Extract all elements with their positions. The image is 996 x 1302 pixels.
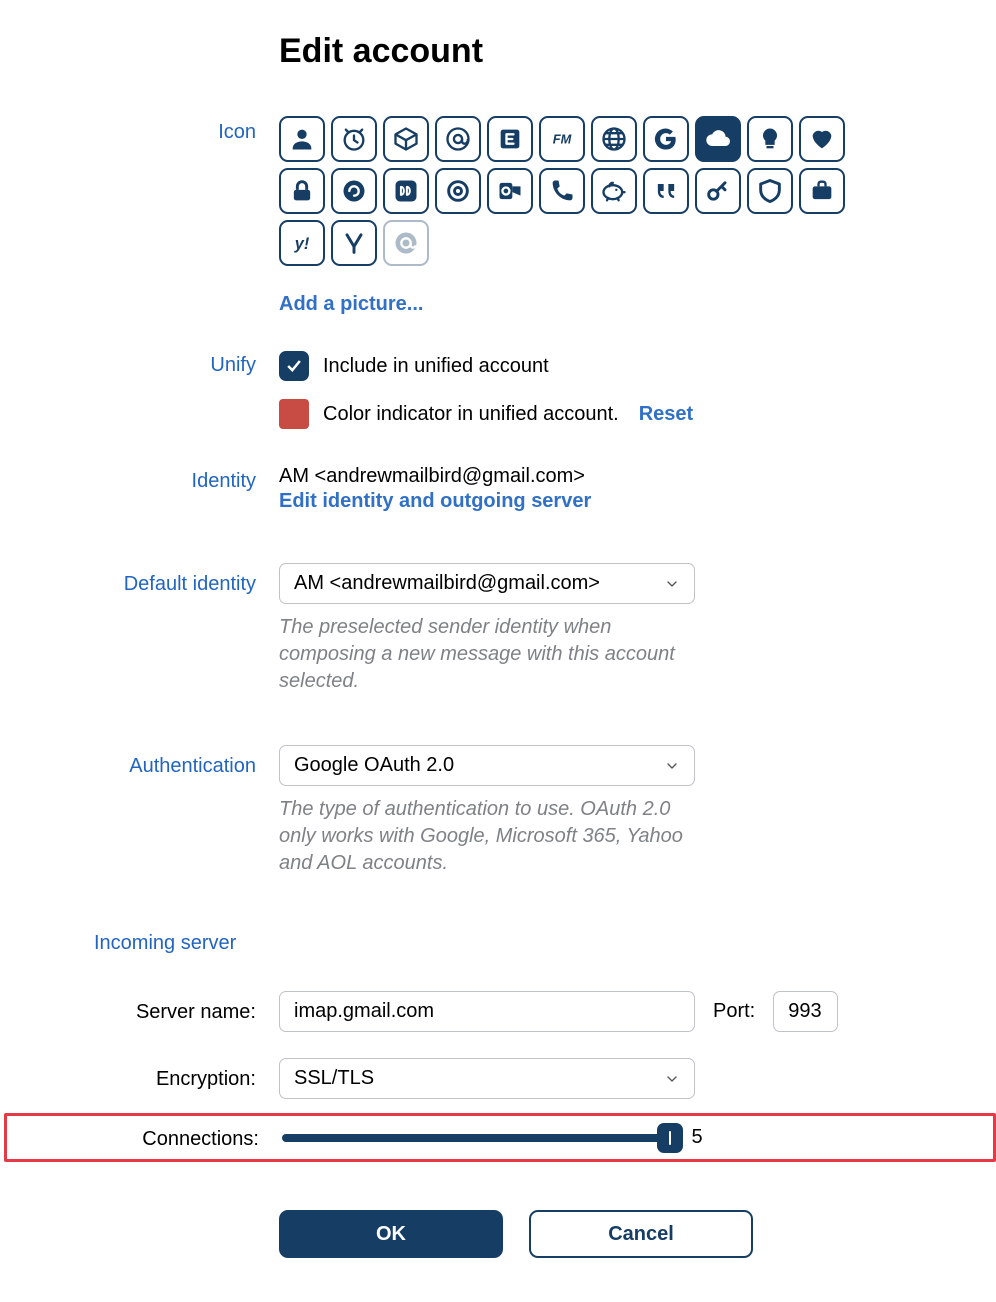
server-name-input[interactable] [279,991,695,1032]
google-icon[interactable] [643,116,689,162]
piggy-icon[interactable] [591,168,637,214]
mailru-icon[interactable] [383,168,429,214]
globe-icon[interactable] [591,116,637,162]
label-default-identity: Default identity [94,563,279,695]
default-identity-hint: The preselected sender identity when com… [279,614,699,695]
connections-highlight: Connections: 5 [4,1113,996,1162]
reset-color-link[interactable]: Reset [639,403,693,426]
label-encryption: Encryption: [94,1058,279,1099]
cloud-icon[interactable] [695,116,741,162]
label-connections: Connections: [97,1124,282,1151]
encryption-value: SSL/TLS [294,1067,374,1090]
mail-app-icon[interactable] [383,220,429,266]
cancel-button[interactable]: Cancel [529,1210,753,1258]
authentication-value: Google OAuth 2.0 [294,754,454,777]
chevron-down-icon [664,576,680,592]
authentication-hint: The type of authentication to use. OAuth… [279,796,699,877]
phone-icon[interactable] [539,168,585,214]
bulb-icon[interactable] [747,116,793,162]
label-server-name: Server name: [94,991,279,1032]
apple-mail-icon[interactable] [331,168,377,214]
lock-icon[interactable] [279,168,325,214]
chevron-down-icon [664,1071,680,1087]
ok-button[interactable]: OK [279,1210,503,1258]
include-unified-label: Include in unified account [323,355,549,378]
label-authentication: Authentication [94,745,279,877]
default-identity-select[interactable]: AM <andrewmailbird@gmail.com> [279,563,695,604]
color-indicator-swatch[interactable] [279,399,309,429]
yahoo-icon[interactable] [279,220,325,266]
box-icon[interactable] [383,116,429,162]
label-identity: Identity [94,465,279,513]
fastmail-icon[interactable] [539,116,585,162]
at-icon[interactable] [435,116,481,162]
page-title: Edit account [279,32,996,71]
quote-icon[interactable] [643,168,689,214]
label-icon: Icon [94,116,279,341]
chevron-down-icon [664,758,680,774]
clock-icon[interactable] [331,116,377,162]
key-icon[interactable] [695,168,741,214]
authentication-select[interactable]: Google OAuth 2.0 [279,745,695,786]
outlook-icon[interactable] [487,168,533,214]
include-unified-checkbox[interactable] [279,351,309,381]
connections-slider[interactable] [282,1134,677,1142]
encryption-select[interactable]: SSL/TLS [279,1058,695,1099]
port-input[interactable] [773,991,838,1032]
label-port: Port: [713,1000,755,1023]
circle-icon[interactable] [435,168,481,214]
identity-text: AM <andrewmailbird@gmail.com> [279,465,956,488]
person-icon[interactable] [279,116,325,162]
slider-thumb[interactable] [657,1123,683,1153]
gamma-icon[interactable] [331,220,377,266]
incoming-server-heading: Incoming server [94,927,279,955]
color-indicator-label: Color indicator in unified account. [323,403,619,426]
add-picture-link[interactable]: Add a picture... [279,293,423,315]
connections-value: 5 [687,1126,707,1149]
label-unify: Unify [94,349,279,457]
default-identity-value: AM <andrewmailbird@gmail.com> [294,572,600,595]
shield-icon[interactable] [747,168,793,214]
edit-identity-link[interactable]: Edit identity and outgoing server [279,490,956,513]
icon-grid [279,116,889,266]
heart-icon[interactable] [799,116,845,162]
briefcase-icon[interactable] [799,168,845,214]
exchange-icon[interactable] [487,116,533,162]
